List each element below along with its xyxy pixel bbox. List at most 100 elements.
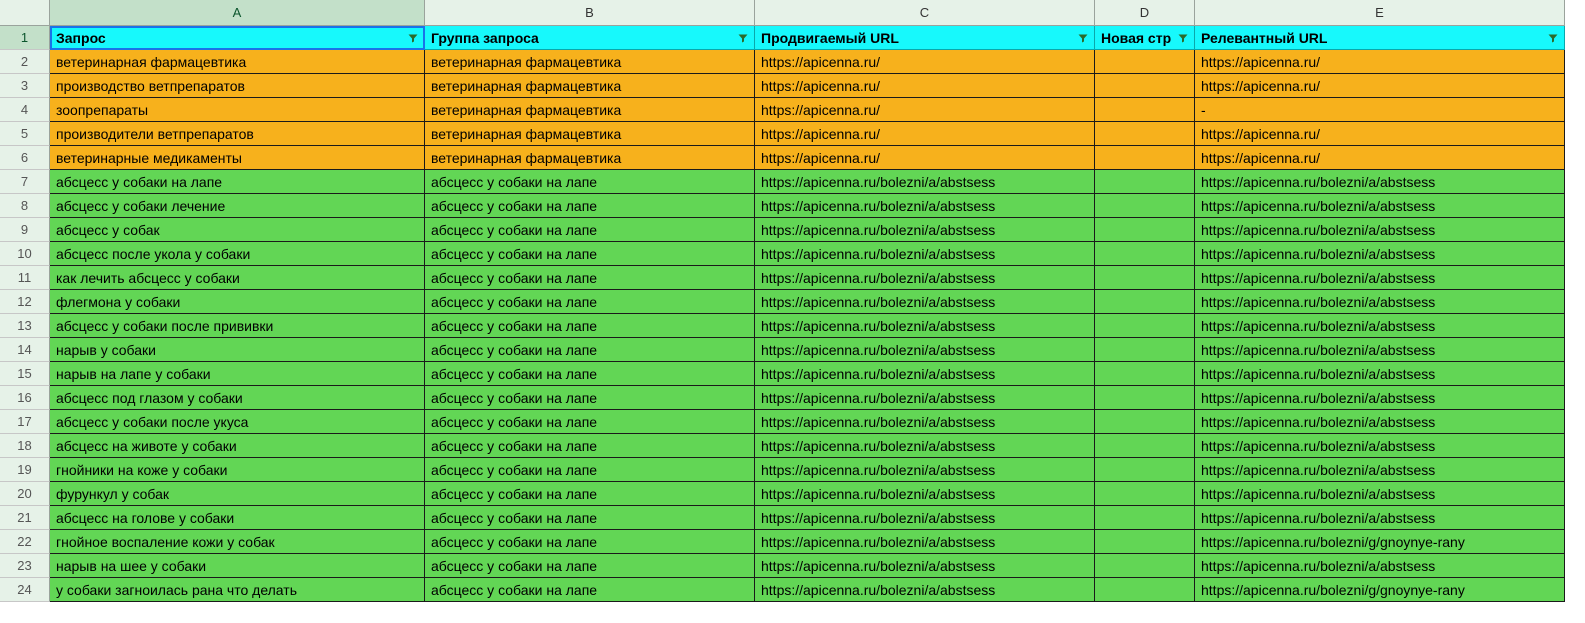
cell-A18[interactable]: абсцесс на животе у собаки [50, 434, 425, 458]
column-header-E[interactable]: E [1195, 0, 1565, 26]
row-header-21[interactable]: 21 [0, 506, 50, 530]
cell-E14[interactable]: https://apicenna.ru/bolezni/a/abstsess [1195, 338, 1565, 362]
column-header-D[interactable]: D [1095, 0, 1195, 26]
cell-E4[interactable]: - [1195, 98, 1565, 122]
cell-E6[interactable]: https://apicenna.ru/ [1195, 146, 1565, 170]
cell-D13[interactable] [1095, 314, 1195, 338]
cell-A3[interactable]: производство ветпрепаратов [50, 74, 425, 98]
cell-D8[interactable] [1095, 194, 1195, 218]
filter-icon[interactable] [1546, 31, 1560, 45]
cell-D11[interactable] [1095, 266, 1195, 290]
cell-C17[interactable]: https://apicenna.ru/bolezni/a/abstsess [755, 410, 1095, 434]
cell-D5[interactable] [1095, 122, 1195, 146]
row-header-12[interactable]: 12 [0, 290, 50, 314]
header-cell-D[interactable]: Новая стр [1095, 26, 1195, 50]
cell-C4[interactable]: https://apicenna.ru/ [755, 98, 1095, 122]
row-header-15[interactable]: 15 [0, 362, 50, 386]
cell-E8[interactable]: https://apicenna.ru/bolezni/a/abstsess [1195, 194, 1565, 218]
cell-E22[interactable]: https://apicenna.ru/bolezni/g/gnoynye-ra… [1195, 530, 1565, 554]
cell-E23[interactable]: https://apicenna.ru/bolezni/a/abstsess [1195, 554, 1565, 578]
cell-A6[interactable]: ветеринарные медикаменты [50, 146, 425, 170]
cell-A21[interactable]: абсцесс на голове у собаки [50, 506, 425, 530]
cell-C13[interactable]: https://apicenna.ru/bolezni/a/abstsess [755, 314, 1095, 338]
cell-D3[interactable] [1095, 74, 1195, 98]
header-cell-A[interactable]: Запрос [50, 26, 425, 50]
row-header-18[interactable]: 18 [0, 434, 50, 458]
cell-C5[interactable]: https://apicenna.ru/ [755, 122, 1095, 146]
row-header-9[interactable]: 9 [0, 218, 50, 242]
cell-B4[interactable]: ветеринарная фармацевтика [425, 98, 755, 122]
cell-A22[interactable]: гнойное воспаление кожи у собак [50, 530, 425, 554]
cell-D21[interactable] [1095, 506, 1195, 530]
cell-A5[interactable]: производители ветпрепаратов [50, 122, 425, 146]
cell-C7[interactable]: https://apicenna.ru/bolezni/a/abstsess [755, 170, 1095, 194]
cell-C14[interactable]: https://apicenna.ru/bolezni/a/abstsess [755, 338, 1095, 362]
cell-E24[interactable]: https://apicenna.ru/bolezni/g/gnoynye-ra… [1195, 578, 1565, 602]
cell-C22[interactable]: https://apicenna.ru/bolezni/a/abstsess [755, 530, 1095, 554]
row-header-6[interactable]: 6 [0, 146, 50, 170]
row-header-19[interactable]: 19 [0, 458, 50, 482]
cell-B13[interactable]: абсцесс у собаки на лапе [425, 314, 755, 338]
cell-D17[interactable] [1095, 410, 1195, 434]
row-header-23[interactable]: 23 [0, 554, 50, 578]
cell-A10[interactable]: абсцесс после укола у собаки [50, 242, 425, 266]
cell-C8[interactable]: https://apicenna.ru/bolezni/a/abstsess [755, 194, 1095, 218]
column-header-A[interactable]: A [50, 0, 425, 26]
cell-E7[interactable]: https://apicenna.ru/bolezni/a/abstsess [1195, 170, 1565, 194]
row-header-16[interactable]: 16 [0, 386, 50, 410]
cell-B11[interactable]: абсцесс у собаки на лапе [425, 266, 755, 290]
cell-B14[interactable]: абсцесс у собаки на лапе [425, 338, 755, 362]
row-header-5[interactable]: 5 [0, 122, 50, 146]
row-header-2[interactable]: 2 [0, 50, 50, 74]
row-header-3[interactable]: 3 [0, 74, 50, 98]
row-header-14[interactable]: 14 [0, 338, 50, 362]
cell-B23[interactable]: абсцесс у собаки на лапе [425, 554, 755, 578]
row-header-13[interactable]: 13 [0, 314, 50, 338]
cell-B20[interactable]: абсцесс у собаки на лапе [425, 482, 755, 506]
cell-C2[interactable]: https://apicenna.ru/ [755, 50, 1095, 74]
cell-B17[interactable]: абсцесс у собаки на лапе [425, 410, 755, 434]
cell-C15[interactable]: https://apicenna.ru/bolezni/a/abstsess [755, 362, 1095, 386]
filter-icon[interactable] [1176, 31, 1190, 45]
row-header-10[interactable]: 10 [0, 242, 50, 266]
cell-A15[interactable]: нарыв на лапе у собаки [50, 362, 425, 386]
cell-D4[interactable] [1095, 98, 1195, 122]
cell-D16[interactable] [1095, 386, 1195, 410]
cell-A2[interactable]: ветеринарная фармацевтика [50, 50, 425, 74]
cell-A8[interactable]: абсцесс у собаки лечение [50, 194, 425, 218]
row-header-20[interactable]: 20 [0, 482, 50, 506]
cell-B15[interactable]: абсцесс у собаки на лапе [425, 362, 755, 386]
cell-B12[interactable]: абсцесс у собаки на лапе [425, 290, 755, 314]
select-all-corner[interactable] [0, 0, 50, 26]
cell-E3[interactable]: https://apicenna.ru/ [1195, 74, 1565, 98]
cell-C12[interactable]: https://apicenna.ru/bolezni/a/abstsess [755, 290, 1095, 314]
cell-E20[interactable]: https://apicenna.ru/bolezni/a/abstsess [1195, 482, 1565, 506]
cell-E11[interactable]: https://apicenna.ru/bolezni/a/abstsess [1195, 266, 1565, 290]
cell-B6[interactable]: ветеринарная фармацевтика [425, 146, 755, 170]
row-header-7[interactable]: 7 [0, 170, 50, 194]
cell-E18[interactable]: https://apicenna.ru/bolezni/a/abstsess [1195, 434, 1565, 458]
cell-D23[interactable] [1095, 554, 1195, 578]
cell-E12[interactable]: https://apicenna.ru/bolezni/a/abstsess [1195, 290, 1565, 314]
cell-D20[interactable] [1095, 482, 1195, 506]
cell-A11[interactable]: как лечить абсцесс у собаки [50, 266, 425, 290]
row-header-8[interactable]: 8 [0, 194, 50, 218]
cell-D12[interactable] [1095, 290, 1195, 314]
cell-D14[interactable] [1095, 338, 1195, 362]
cell-A13[interactable]: абсцесс у собаки после прививки [50, 314, 425, 338]
cell-C9[interactable]: https://apicenna.ru/bolezni/a/abstsess [755, 218, 1095, 242]
cell-C6[interactable]: https://apicenna.ru/ [755, 146, 1095, 170]
cell-A23[interactable]: нарыв на шее у собаки [50, 554, 425, 578]
cell-E13[interactable]: https://apicenna.ru/bolezni/a/abstsess [1195, 314, 1565, 338]
header-cell-C[interactable]: Продвигаемый URL [755, 26, 1095, 50]
cell-C18[interactable]: https://apicenna.ru/bolezni/a/abstsess [755, 434, 1095, 458]
cell-B24[interactable]: абсцесс у собаки на лапе [425, 578, 755, 602]
cell-D9[interactable] [1095, 218, 1195, 242]
spreadsheet-grid[interactable]: ABCDE1ЗапросГруппа запросаПродвигаемый U… [0, 0, 1585, 602]
cell-D22[interactable] [1095, 530, 1195, 554]
cell-B22[interactable]: абсцесс у собаки на лапе [425, 530, 755, 554]
cell-E10[interactable]: https://apicenna.ru/bolezni/a/abstsess [1195, 242, 1565, 266]
cell-A17[interactable]: абсцесс у собаки после укуса [50, 410, 425, 434]
cell-B21[interactable]: абсцесс у собаки на лапе [425, 506, 755, 530]
column-header-B[interactable]: B [425, 0, 755, 26]
